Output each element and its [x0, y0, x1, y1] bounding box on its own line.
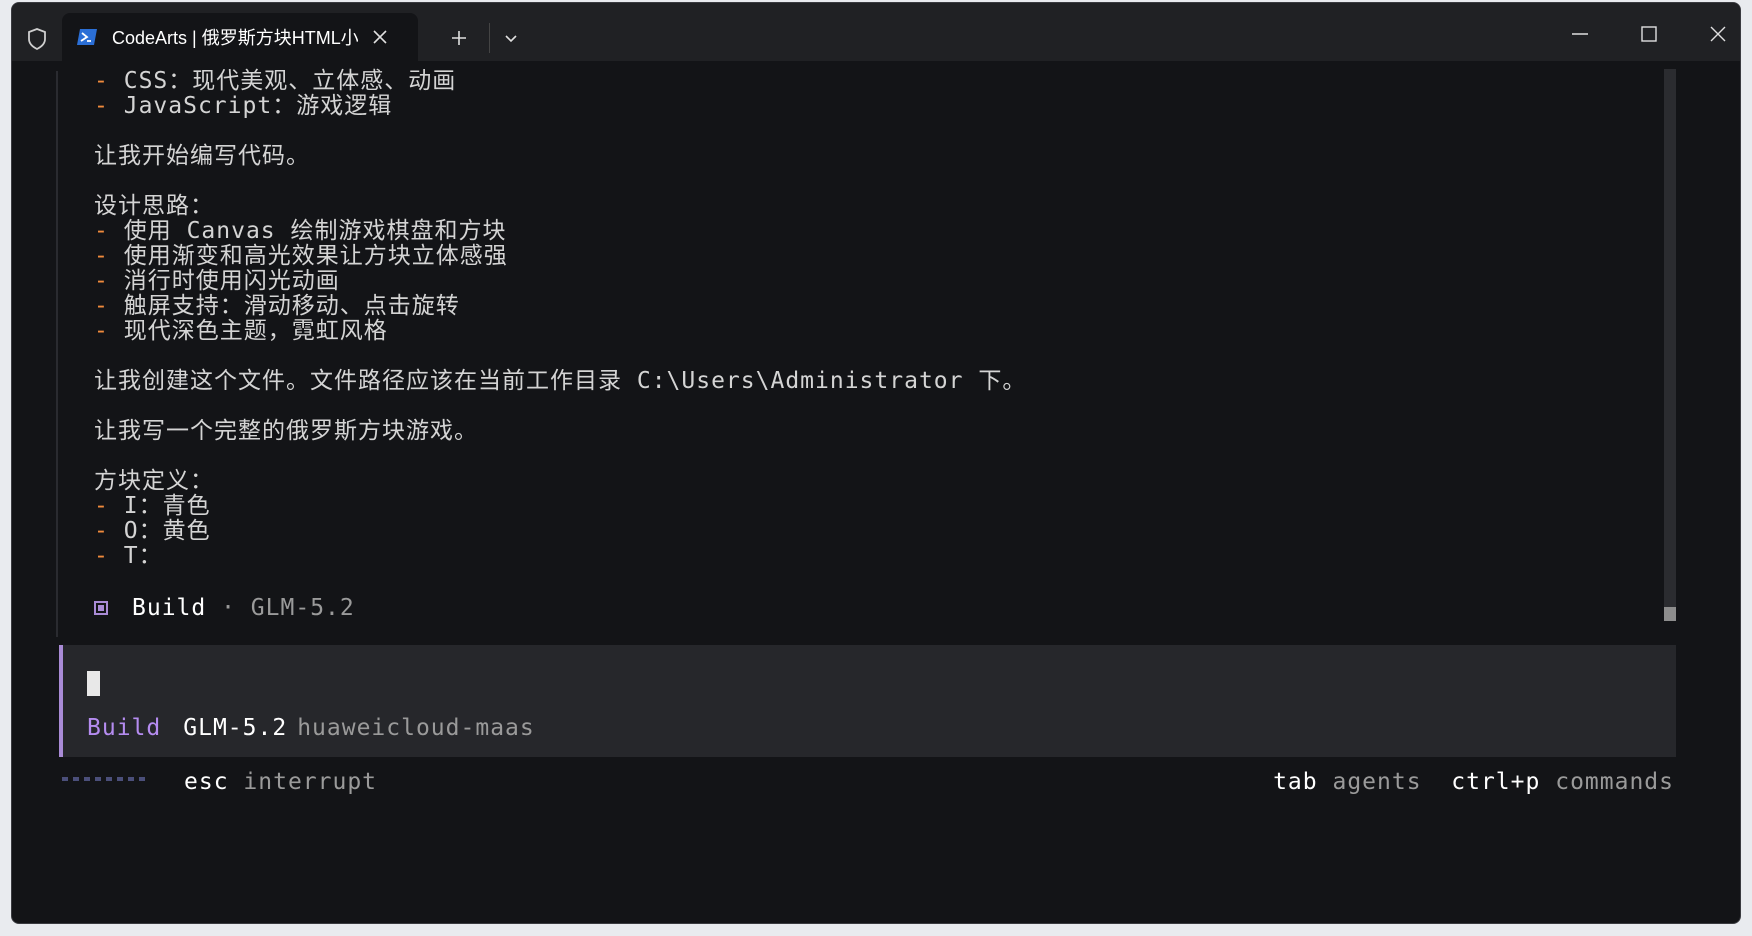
build-status-line: Build · GLM-5.2 [94, 593, 355, 623]
scrollbar-track[interactable] [1664, 69, 1676, 619]
output-line: - 消行时使用闪光动画 [94, 269, 1026, 294]
line-text: 使用 Canvas 绘制游戏棋盘和方块 [123, 218, 507, 244]
output-line: - 触屏支持：滑动移动、点击旋转 [94, 294, 1026, 319]
output-line: - JavaScript：游戏逻辑 [94, 94, 1026, 119]
line-text: 消行时使用闪光动画 [123, 268, 340, 294]
prompt-input[interactable]: Build GLM-5.2 huaweicloud-maas [59, 645, 1676, 757]
line-text: I：青色 [123, 493, 211, 519]
line-text: 现代深色主题，霓虹风格 [123, 318, 388, 344]
line-text: 使用渐变和高光效果让方块立体感强 [123, 243, 508, 269]
agents-hint[interactable]: tab agents [1273, 769, 1422, 795]
terminal-output[interactable]: - CSS：现代美观、立体感、动画 - JavaScript：游戏逻辑 让我开始编写… [12, 61, 1740, 923]
terminal-window: CodeArts | 俄罗斯方块HTML小 - CSS：现代美观、立体感、动画 -… [11, 2, 1741, 924]
output-line: 设计思路： [94, 194, 1026, 219]
output-line: 方块定义： [94, 469, 1026, 494]
chevron-down-icon[interactable] [498, 27, 524, 51]
bullet-dash: - [94, 293, 109, 319]
close-icon[interactable] [368, 25, 392, 49]
line-text: 让我写一个完整的俄罗斯方块游戏。 [94, 418, 478, 444]
output-line: 让我写一个完整的俄罗斯方块游戏。 [94, 419, 1026, 444]
output-line: - CSS：现代美观、立体感、动画 [94, 69, 1026, 94]
input-meta-line: Build GLM-5.2 huaweicloud-maas [87, 715, 535, 741]
line-text: T： [123, 543, 163, 569]
line-text: 设计思路： [94, 193, 214, 219]
output-line: - 现代深色主题，霓虹风格 [94, 319, 1026, 344]
text-cursor [87, 671, 100, 696]
bullet-dash: - [94, 243, 109, 269]
line-text: 方块定义： [94, 468, 214, 494]
shield-icon [24, 25, 50, 53]
title-bar: CodeArts | 俄罗斯方块HTML小 [12, 3, 1740, 61]
status-bar: esc interrupt tab agents ctrl+p commands [12, 769, 1740, 799]
plus-icon[interactable] [446, 25, 472, 51]
output-line: - 使用渐变和高光效果让方块立体感强 [94, 244, 1026, 269]
output-line: - 使用 Canvas 绘制游戏棋盘和方块 [94, 219, 1026, 244]
minimize-icon[interactable] [1560, 17, 1600, 51]
output-line: - T： [94, 544, 1026, 569]
bullet-dash: - [94, 268, 109, 294]
line-text: CSS：现代美观、立体感、动画 [123, 68, 457, 94]
line-text: 让我创建这个文件。文件路径应该在当前工作目录 C:\Users\Administ… [94, 368, 1027, 394]
bullet-dash: - [94, 518, 109, 544]
line-text: O：黄色 [123, 518, 211, 544]
output-line: 让我开始编写代码。 [94, 144, 1026, 169]
bullet-dash: - [94, 493, 109, 519]
bullet-dash: - [94, 543, 109, 569]
output-line: - O：黄色 [94, 519, 1026, 544]
scrollbar-thumb[interactable] [1664, 607, 1676, 621]
line-text: 让我开始编写代码。 [94, 143, 310, 169]
output-line: 让我创建这个文件。文件路径应该在当前工作目录 C:\Users\Administ… [94, 369, 1026, 394]
close-icon[interactable] [1698, 17, 1738, 51]
commands-hint[interactable]: ctrl+p commands [1451, 769, 1674, 795]
output-line: - I：青色 [94, 494, 1026, 519]
provider-label: huaweicloud-maas [297, 715, 535, 741]
square-icon [94, 601, 108, 615]
agent-label[interactable]: Build [87, 715, 161, 741]
model-label[interactable]: GLM-5.2 [183, 715, 287, 741]
shortcut-hints: tab agents ctrl+p commands [1273, 769, 1674, 795]
maximize-icon[interactable] [1629, 17, 1669, 51]
bullet-dash: - [94, 218, 109, 244]
bullet-dash: - [94, 93, 109, 119]
message-gutter [56, 71, 58, 637]
interrupt-hint[interactable]: esc interrupt [184, 769, 377, 795]
build-label: Build [132, 595, 207, 621]
bullet-dash: - [94, 68, 109, 94]
tab-title: CodeArts | 俄罗斯方块HTML小 [112, 28, 358, 48]
line-text: 触屏支持：滑动移动、点击旋转 [123, 293, 460, 319]
tab-codearts[interactable]: CodeArts | 俄罗斯方块HTML小 [62, 13, 418, 61]
message-lines: - CSS：现代美观、立体感、动画 - JavaScript：游戏逻辑 让我开始编写… [94, 69, 1026, 569]
bullet-dash: - [94, 318, 109, 344]
powershell-icon [76, 28, 98, 46]
build-meta: · GLM-5.2 [221, 595, 355, 621]
line-text: JavaScript：游戏逻辑 [123, 93, 393, 119]
progress-dots [62, 777, 145, 781]
divider [489, 23, 490, 53]
